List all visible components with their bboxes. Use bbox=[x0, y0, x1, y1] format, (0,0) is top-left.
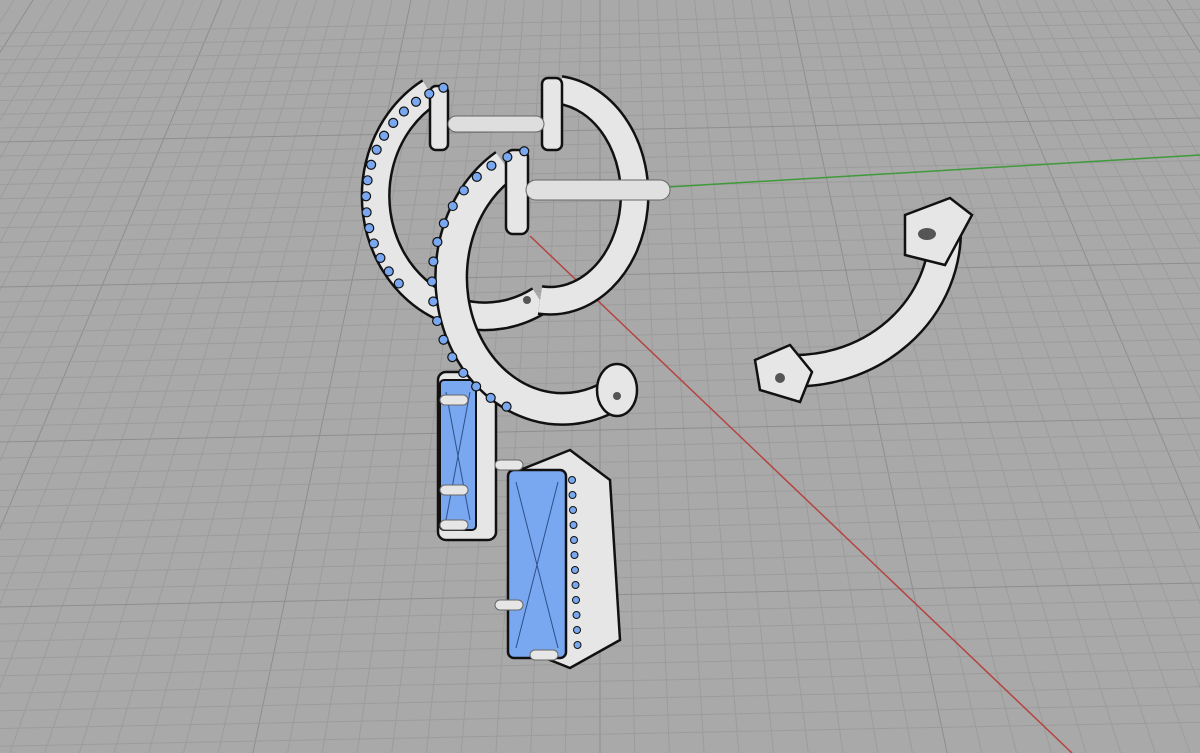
gem-stone bbox=[573, 626, 581, 634]
grid-line bbox=[1090, 0, 1200, 200]
gem-stone bbox=[438, 82, 449, 93]
gem-stone bbox=[458, 367, 469, 378]
gem-stone bbox=[447, 352, 458, 363]
gem-stone bbox=[568, 476, 576, 484]
gem-stone bbox=[438, 334, 449, 345]
gem-stone bbox=[371, 144, 382, 155]
grid-line bbox=[920, 0, 1191, 753]
gem-stone bbox=[360, 191, 372, 202]
gem-stone bbox=[471, 171, 482, 182]
gem-stone bbox=[485, 392, 496, 403]
gem-stone bbox=[447, 200, 458, 212]
grid-line bbox=[958, 0, 1200, 606]
gem-stone bbox=[569, 506, 577, 514]
gem-stone bbox=[398, 106, 410, 117]
gem-stone bbox=[571, 566, 579, 574]
grid-line bbox=[656, 0, 705, 753]
hoop-earring-front[interactable] bbox=[434, 148, 671, 426]
gem-stone bbox=[568, 491, 577, 499]
gem-stone bbox=[388, 117, 399, 128]
grid-line bbox=[1053, 0, 1200, 292]
grid-line bbox=[996, 0, 1200, 462]
gem-stone bbox=[426, 276, 438, 287]
grid-line bbox=[1185, 0, 1200, 23]
grid-line bbox=[0, 0, 15, 23]
gem-stone bbox=[428, 296, 439, 307]
gem-stone bbox=[438, 218, 449, 229]
gem-stone bbox=[364, 223, 375, 234]
grid-line bbox=[1109, 0, 1200, 160]
gem-stone bbox=[378, 130, 390, 141]
gem-stone bbox=[362, 175, 373, 186]
gem-stone bbox=[572, 596, 580, 604]
3d-viewport[interactable] bbox=[0, 0, 1200, 753]
gem-stone bbox=[572, 611, 581, 619]
gem-stone bbox=[424, 88, 435, 99]
grid-line bbox=[113, 0, 336, 753]
grid-line bbox=[675, 0, 740, 753]
gem-stone bbox=[383, 266, 394, 277]
grid-line bbox=[148, 0, 355, 753]
gem-stone bbox=[570, 536, 578, 544]
grid-line bbox=[637, 0, 670, 753]
gem-stone bbox=[502, 151, 513, 163]
gem-stone bbox=[571, 581, 580, 589]
gem-stone bbox=[375, 252, 386, 264]
gem-stone bbox=[458, 185, 469, 196]
gem-stone bbox=[410, 96, 422, 107]
grid-line bbox=[217, 0, 393, 753]
gem-stone bbox=[519, 146, 530, 157]
gem-stone bbox=[361, 207, 372, 218]
gem-stone bbox=[570, 551, 579, 559]
grid-line bbox=[182, 0, 374, 753]
gem-stone bbox=[428, 256, 439, 267]
viewport-canvas[interactable] bbox=[0, 0, 1200, 753]
gem-stone bbox=[393, 278, 404, 289]
gem-stone bbox=[569, 521, 578, 529]
gem-stone bbox=[501, 401, 512, 412]
gem-stone bbox=[432, 315, 443, 327]
gem-stone bbox=[486, 160, 497, 171]
gem-stone bbox=[368, 238, 379, 249]
grid-line bbox=[939, 0, 1200, 689]
grid-line bbox=[1015, 0, 1200, 400]
gem-stone bbox=[432, 236, 443, 248]
gem-stone bbox=[366, 159, 377, 170]
gem-stone bbox=[573, 641, 582, 649]
gem-stone bbox=[471, 381, 482, 392]
